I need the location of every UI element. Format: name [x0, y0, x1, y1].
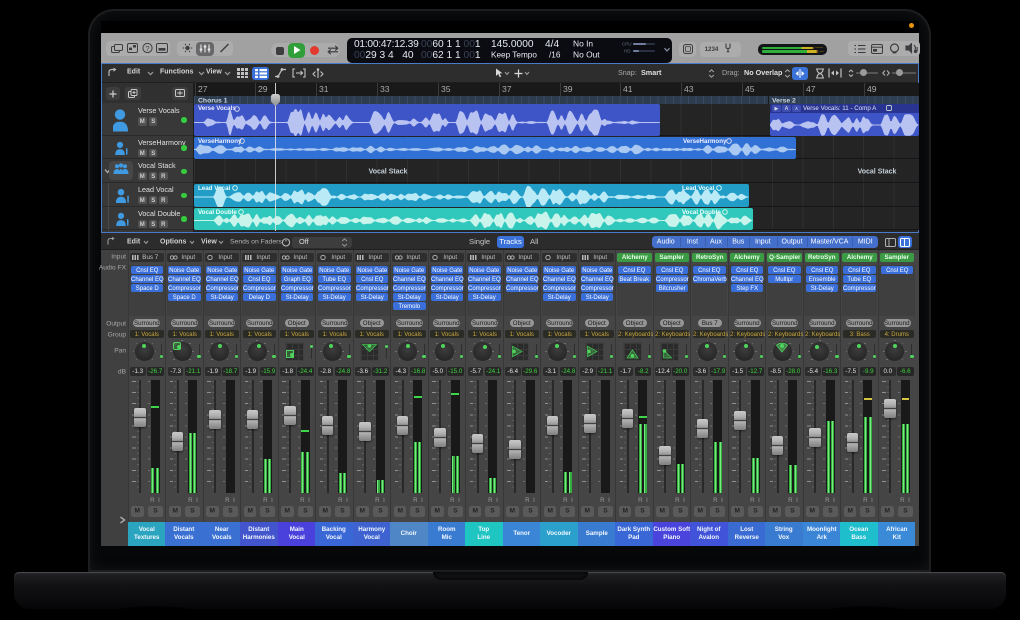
svg-text:?: ?: [145, 44, 149, 53]
